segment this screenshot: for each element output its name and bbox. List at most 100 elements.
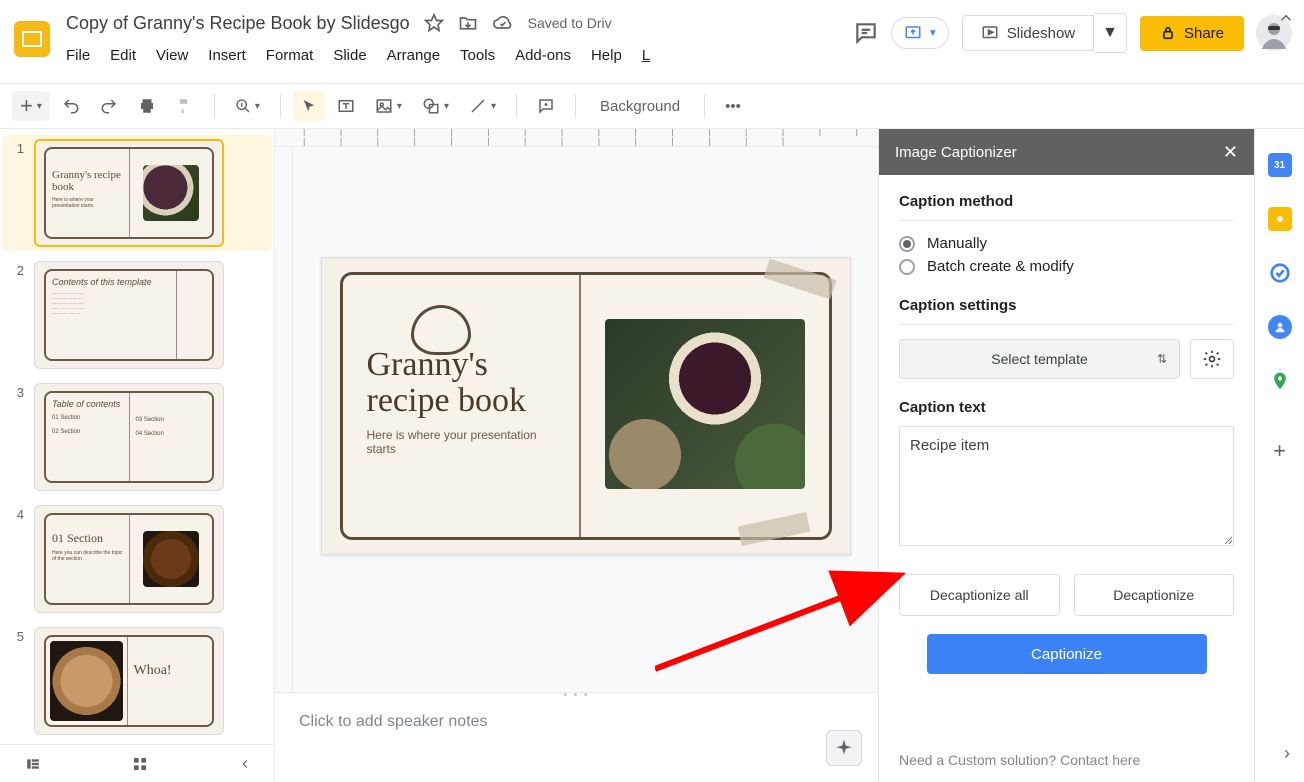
slide-number: 3: [6, 383, 24, 400]
menu-file[interactable]: File: [66, 47, 90, 64]
settings-button[interactable]: [1190, 339, 1234, 379]
slide-thumb-3[interactable]: 3 Table of contents01 Section02 Section …: [6, 383, 268, 491]
textbox-tool[interactable]: [329, 91, 363, 121]
filmstrip-footer: [0, 744, 274, 782]
zoom-button[interactable]: [227, 91, 268, 121]
radio-batch[interactable]: Batch create & modify: [899, 258, 1234, 275]
section-caption-text: Caption text: [899, 399, 1234, 416]
menu-view[interactable]: View: [156, 47, 188, 64]
comments-icon[interactable]: [853, 20, 879, 46]
move-icon[interactable]: [458, 13, 478, 33]
thumb-sub: Here is where your presentation starts: [52, 197, 123, 209]
explore-button[interactable]: [826, 730, 862, 766]
chef-hat-icon: [411, 305, 471, 355]
speaker-notes[interactable]: • • • Click to add speaker notes: [275, 692, 878, 782]
decaptionize-button[interactable]: Decaptionize: [1074, 574, 1235, 616]
tape-decoration: [737, 512, 810, 546]
tape-decoration: [763, 259, 836, 300]
keep-icon[interactable]: [1268, 207, 1292, 231]
menu-insert[interactable]: Insert: [208, 47, 246, 64]
more-tools-icon[interactable]: •••: [717, 91, 749, 121]
contacts-icon[interactable]: [1268, 315, 1292, 339]
canvas: | | | | | | | | | | | | | | | | | | | | …: [275, 129, 878, 782]
gear-icon: [1202, 349, 1222, 369]
tasks-icon[interactable]: [1268, 261, 1292, 285]
filmstrip-view-icon[interactable]: [24, 757, 42, 771]
menu-slide[interactable]: Slide: [333, 47, 366, 64]
save-status: Saved to Driv: [528, 15, 612, 31]
slideshow-button[interactable]: Slideshow: [962, 15, 1094, 51]
menu-arrange[interactable]: Arrange: [387, 47, 440, 64]
menu-edit[interactable]: Edit: [110, 47, 136, 64]
radio-checked-icon: [899, 236, 915, 252]
cloud-done-icon[interactable]: [492, 13, 514, 33]
maps-icon[interactable]: [1268, 369, 1292, 393]
menu-more[interactable]: L: [642, 47, 650, 64]
undo-button[interactable]: [54, 91, 88, 121]
captionize-button[interactable]: Captionize: [927, 634, 1207, 674]
close-icon[interactable]: ✕: [1223, 142, 1238, 163]
main-area: 1 Granny's recipe book Here is where your…: [0, 129, 1304, 782]
slide-number: 2: [6, 261, 24, 278]
image-tool[interactable]: [367, 91, 410, 121]
panel-header: Image Captionizer ✕: [879, 129, 1254, 175]
collapse-toolbar-icon[interactable]: [1272, 4, 1300, 32]
ruler-horizontal: | | | | | | | | | | | | | | | | | | | | …: [275, 129, 878, 147]
thumb-title: Granny's recipe book: [52, 169, 123, 193]
star-icon[interactable]: [424, 13, 444, 33]
slide-number: 5: [6, 627, 24, 644]
share-button[interactable]: Share: [1140, 16, 1244, 51]
ruler-vertical: [275, 147, 293, 692]
slide-photo[interactable]: [605, 319, 805, 489]
select-tool[interactable]: [293, 91, 325, 121]
present-to-meeting[interactable]: ▼: [891, 17, 949, 49]
thumb-title: Contents of this template: [52, 277, 170, 287]
shape-tool[interactable]: [414, 91, 457, 121]
slide-thumb-2[interactable]: 2 Contents of this template── ─── ── ───…: [6, 261, 268, 369]
slideshow-dropdown[interactable]: ▼: [1094, 13, 1127, 53]
slide-thumb-5[interactable]: 5 Whoa!: [6, 627, 268, 735]
new-slide-button[interactable]: +: [12, 91, 50, 121]
slideshow-label: Slideshow: [1007, 25, 1075, 42]
comment-tool[interactable]: [529, 91, 563, 121]
collapse-rail-icon[interactable]: ›: [1284, 743, 1290, 764]
decaptionize-all-button[interactable]: Decaptionize all: [899, 574, 1060, 616]
slide-subtitle[interactable]: Here is where your presentation starts: [367, 428, 555, 456]
toolbar: + Background •••: [0, 83, 1304, 129]
print-button[interactable]: [130, 91, 164, 121]
panel-title: Image Captionizer: [895, 144, 1017, 161]
radio-manually[interactable]: Manually: [899, 235, 1234, 252]
slide-title[interactable]: Granny's recipe book: [367, 347, 555, 418]
section-caption-method: Caption method: [899, 193, 1234, 210]
slides-logo[interactable]: [12, 12, 52, 66]
add-addon-icon[interactable]: +: [1268, 439, 1292, 463]
template-select-label: Select template: [991, 351, 1088, 367]
caption-text-input[interactable]: [899, 426, 1234, 546]
filmstrip[interactable]: 1 Granny's recipe book Here is where your…: [0, 129, 275, 782]
menu-help[interactable]: Help: [591, 47, 622, 64]
collapse-filmstrip-icon[interactable]: [238, 757, 252, 771]
slide-thumb-1[interactable]: 1 Granny's recipe book Here is where your…: [2, 135, 272, 251]
radio-unchecked-icon: [899, 259, 915, 275]
slide-thumb-4[interactable]: 4 01 SectionHere you can describe the to…: [6, 505, 268, 613]
toc-1: 01 Section: [52, 415, 123, 421]
slide-canvas[interactable]: Granny's recipe book Here is where your …: [321, 257, 851, 555]
panel-footer-link[interactable]: Need a Custom solution? Contact here: [879, 738, 1254, 782]
template-select[interactable]: Select template: [899, 339, 1180, 379]
slide-number: 1: [6, 139, 24, 156]
calendar-icon[interactable]: 31: [1268, 153, 1292, 177]
thumb-sub: Here you can describe the topic of the s…: [52, 550, 123, 562]
resize-grip-icon[interactable]: • • •: [563, 690, 589, 701]
line-tool[interactable]: [461, 91, 504, 121]
background-button[interactable]: Background: [588, 91, 692, 121]
menu-addons[interactable]: Add-ons: [515, 47, 571, 64]
paint-format-button[interactable]: [168, 91, 202, 121]
menu-format[interactable]: Format: [266, 47, 314, 64]
toc-4: 04 Section: [136, 431, 207, 437]
grid-view-icon[interactable]: [132, 756, 148, 772]
redo-button[interactable]: [92, 91, 126, 121]
menubar: File Edit View Insert Format Slide Arran…: [66, 38, 853, 72]
menu-tools[interactable]: Tools: [460, 47, 495, 64]
radio-batch-label: Batch create & modify: [927, 258, 1074, 275]
doc-title[interactable]: Copy of Granny's Recipe Book by Slidesgo: [66, 13, 410, 34]
